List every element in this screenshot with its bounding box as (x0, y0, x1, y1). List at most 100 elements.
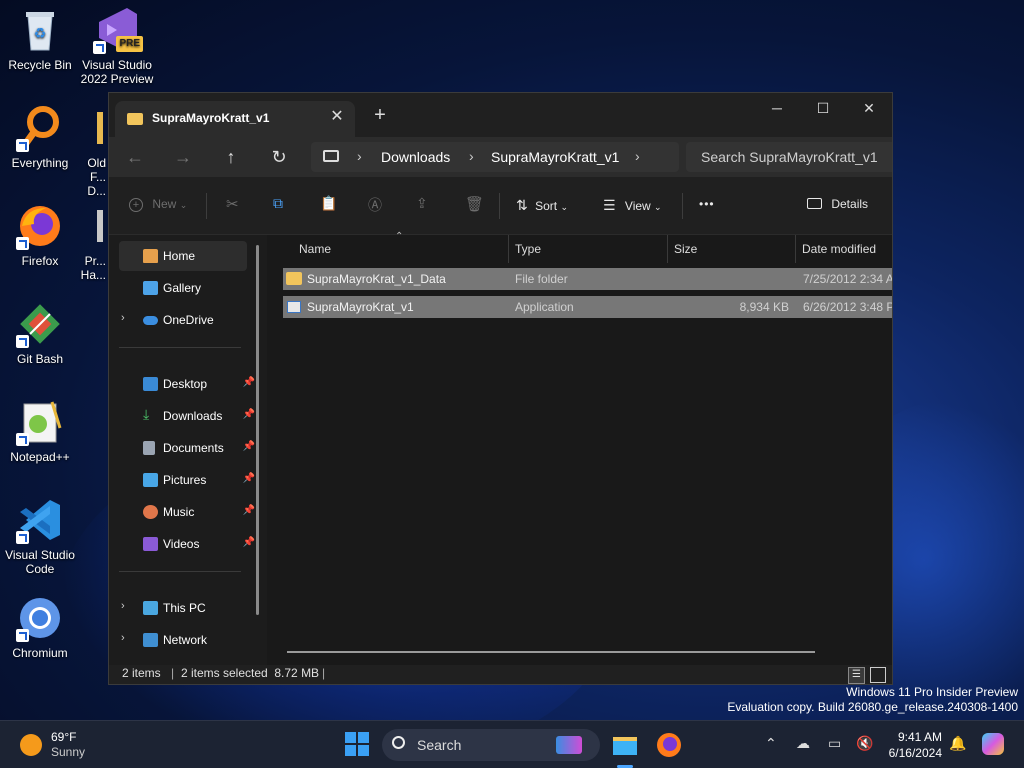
sidebar-item-onedrive[interactable]: › OneDrive (119, 305, 247, 335)
file-icon (79, 202, 106, 250)
desktop-icon-everything[interactable]: Everything (0, 104, 80, 170)
breadcrumb-current-folder[interactable]: SupraMayroKratt_v1 (491, 149, 619, 165)
clock[interactable]: 9:41 AM 6/16/2024 (882, 729, 942, 761)
file-list: ⌃ Name Type Size Date modified SupraMayr… (267, 231, 892, 665)
more-options-button[interactable]: ••• (699, 197, 715, 217)
details-view-button[interactable]: ☰ (848, 667, 865, 684)
desktop-icon-old-folder[interactable]: Old F... D... (76, 104, 106, 198)
explorer-tab[interactable]: SupraMayroKratt_v1 ✕ (115, 101, 355, 137)
desktop-icon-git-bash[interactable]: Git Bash (0, 300, 80, 366)
vscode-icon (16, 496, 64, 544)
sidebar-item-label: This PC (163, 601, 206, 615)
pin-icon[interactable]: 📌 (243, 537, 255, 548)
horizontal-scrollbar[interactable] (287, 651, 815, 653)
sidebar-item-desktop[interactable]: Desktop 📌 (119, 369, 255, 399)
pin-icon[interactable]: 📌 (243, 441, 255, 452)
sidebar-item-gallery[interactable]: Gallery (119, 273, 247, 303)
pin-icon[interactable]: 📌 (243, 409, 255, 420)
new-tab-button[interactable]: + (369, 105, 391, 127)
minimize-button[interactable]: ─ (754, 93, 800, 123)
details-pane-button[interactable]: Details (807, 197, 868, 217)
breadcrumb-downloads[interactable]: Downloads (381, 149, 450, 165)
weather-temp: 69°F (51, 730, 77, 744)
navigation-scrollbar[interactable] (256, 245, 259, 615)
up-button[interactable]: ↑ (219, 145, 243, 169)
file-row[interactable]: SupraMayroKrat_v1_Data File folder 7/25/… (283, 268, 892, 290)
desktop-label: Notepad++ (10, 450, 70, 464)
maximize-button[interactable]: ☐ (800, 93, 846, 123)
firefox-taskbar-button[interactable] (655, 731, 683, 759)
sidebar-item-downloads[interactable]: ⤓ Downloads 📌 (119, 401, 255, 431)
file-row[interactable]: SupraMayroKrat_v1 Application 8,934 KB 6… (283, 296, 892, 318)
sidebar-item-music[interactable]: Music 📌 (119, 497, 255, 527)
start-button[interactable] (344, 731, 372, 759)
back-button[interactable]: ← (123, 145, 147, 169)
sidebar-item-home[interactable]: Home (119, 241, 247, 271)
weather-widget[interactable]: 69°F Sunny (20, 729, 120, 761)
plus-circle-icon: + (129, 198, 143, 212)
sidebar-item-this-pc[interactable]: › This PC (119, 593, 247, 623)
desktop-icon-vscode[interactable]: Visual Studio Code (0, 496, 80, 576)
column-header-date[interactable]: Date modified (796, 235, 892, 263)
chevron-up-icon[interactable]: ⌃ (765, 735, 777, 752)
sidebar-item-label: Home (163, 249, 196, 263)
status-bar: 2 items | 2 items selected 8.72 MB | ☰ (109, 665, 892, 684)
search-input[interactable]: Search SupraMayroKratt_v1 (686, 142, 892, 172)
paste-icon[interactable]: 📋 (320, 195, 337, 215)
share-icon[interactable]: ⇪ (416, 195, 428, 215)
display-icon[interactable]: ▭ (828, 735, 841, 752)
navigation-pane: Home Gallery › OneDrive Desktop 📌 ⤓ Down… (109, 235, 267, 665)
chevron-right-icon[interactable]: › (121, 312, 125, 324)
desktop-label: Visual Studio Code (5, 548, 75, 576)
watermark-line: Windows 11 Pro Insider Preview (846, 685, 1018, 699)
sidebar-item-network[interactable]: › Network (119, 625, 247, 655)
column-header-name[interactable]: Name (293, 235, 509, 263)
view-button[interactable]: ☰ View ⌄ (603, 197, 662, 217)
rename-icon[interactable]: Ⓐ (368, 195, 382, 215)
chevron-right-icon[interactable]: › (121, 632, 125, 644)
mute-icon[interactable]: 🔇 (856, 735, 873, 752)
desktop-icon-notepadpp[interactable]: Notepad++ (0, 398, 80, 464)
sidebar-item-label: Network (163, 633, 208, 647)
file-date: 6/26/2012 3:48 PM (803, 300, 892, 314)
column-header-size[interactable]: Size (668, 235, 796, 263)
cut-icon[interactable]: ✂ (226, 195, 239, 215)
pin-icon[interactable]: 📌 (243, 473, 255, 484)
view-icon: ☰ (603, 197, 616, 213)
pin-icon[interactable]: 📌 (243, 505, 255, 516)
desktop-icon-visual-studio[interactable]: PRE Visual Studio 2022 Preview (77, 6, 157, 86)
file-explorer-taskbar-button[interactable] (611, 731, 639, 768)
sidebar-item-label: Documents (163, 441, 224, 455)
tab-title: SupraMayroKratt_v1 (152, 111, 270, 125)
sort-button[interactable]: ⇅ Sort ⌄ (516, 197, 568, 217)
notification-bell-icon[interactable]: 🔔 (949, 735, 966, 752)
desktop-icon-recycle-bin[interactable]: ♻ Recycle Bin (0, 6, 80, 72)
desktop-label: Visual Studio 2022 Preview (80, 58, 154, 86)
sidebar-item-videos[interactable]: Videos 📌 (119, 529, 255, 559)
chevron-right-icon: › (357, 148, 362, 164)
pin-icon[interactable]: 📌 (243, 377, 255, 388)
tiles-view-button[interactable] (870, 667, 886, 683)
new-button[interactable]: + New ⌄ (129, 197, 187, 217)
close-window-button[interactable]: ✕ (846, 93, 892, 123)
close-tab-button[interactable]: ✕ (327, 107, 347, 127)
copilot-icon[interactable] (982, 733, 1004, 755)
taskbar-search[interactable]: Search (382, 729, 600, 761)
column-header-type[interactable]: Type (509, 235, 668, 263)
desktop-icon-chromium[interactable]: Chromium (0, 594, 80, 660)
delete-icon[interactable]: 🗑 (465, 195, 484, 215)
svg-text:♻: ♻ (34, 25, 47, 41)
firefox-icon (657, 733, 681, 757)
copy-icon[interactable]: ⧉ (273, 195, 283, 215)
forward-button[interactable]: → (171, 145, 195, 169)
sidebar-item-documents[interactable]: Documents 📌 (119, 433, 255, 463)
network-icon (143, 633, 158, 647)
desktop-icon-firefox[interactable]: Firefox (0, 202, 80, 268)
chevron-right-icon[interactable]: › (121, 600, 125, 612)
sidebar-item-pictures[interactable]: Pictures 📌 (119, 465, 255, 495)
desktop-icon-file[interactable]: Pr... Ha... (76, 202, 106, 282)
breadcrumb[interactable]: › Downloads › SupraMayroKratt_v1 › (311, 142, 679, 172)
refresh-button[interactable]: ↻ (267, 145, 291, 169)
this-pc-icon[interactable] (323, 150, 339, 162)
cloud-offline-icon[interactable]: ☁ (796, 735, 810, 752)
